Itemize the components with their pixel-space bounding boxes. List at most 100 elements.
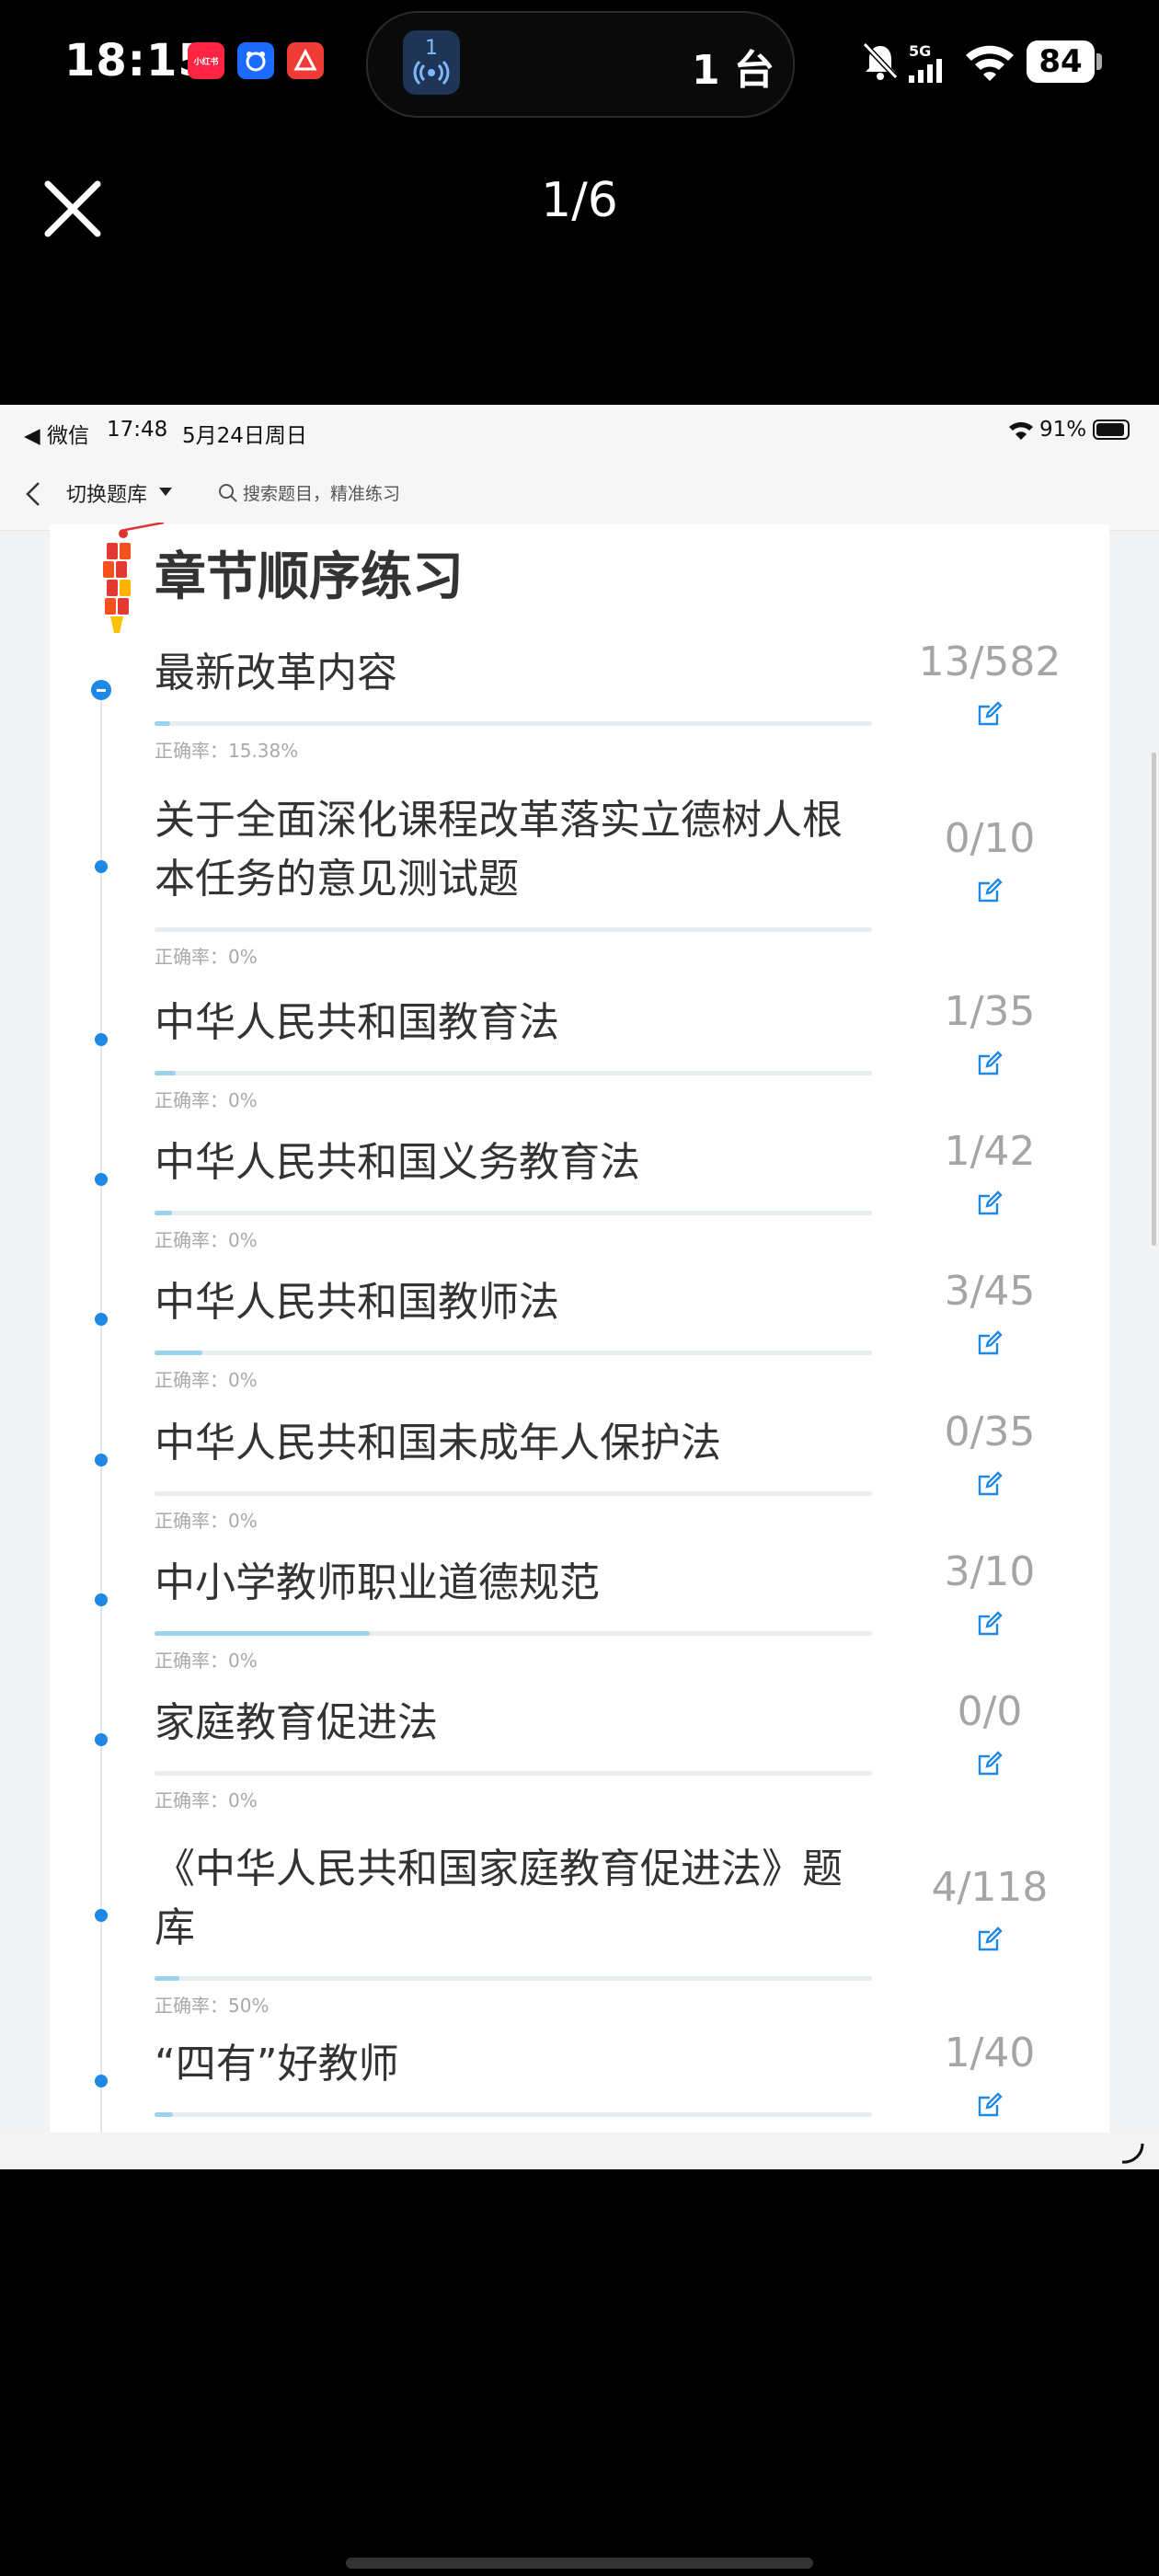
close-icon[interactable] — [40, 177, 105, 241]
timeline-node — [95, 1313, 108, 1326]
edit-icon[interactable] — [977, 1611, 1003, 1637]
chapter-count: 0/10 — [944, 815, 1036, 862]
cast-icon: 1 — [403, 30, 460, 95]
chapter-title: 最新改革内容 — [155, 650, 397, 696]
edit-icon[interactable] — [977, 1751, 1003, 1777]
timeline-node — [95, 1733, 108, 1746]
search-input[interactable]: 搜索题目，精准练习 — [243, 480, 400, 505]
chapter-row[interactable]: 最新改革内容正确率：15.38% 13/582 — [0, 638, 1159, 786]
chapter-count: 3/10 — [944, 1548, 1036, 1595]
accuracy-label: 正确率：0% — [155, 1650, 258, 1672]
timeline-node — [95, 1909, 108, 1922]
timeline-node — [95, 1593, 108, 1606]
inner-wifi-icon — [1009, 421, 1033, 440]
chapter-title: 中华人民共和国未成年人保护法 — [155, 1420, 721, 1466]
inner-date: 5月24日周日 — [182, 424, 307, 448]
progress-track — [155, 1631, 872, 1636]
edit-icon[interactable] — [977, 1926, 1003, 1952]
accuracy-label: 正确率：15.38% — [155, 740, 299, 762]
progress-track — [155, 1491, 872, 1496]
edit-icon[interactable] — [977, 1190, 1003, 1216]
edit-icon[interactable] — [977, 1051, 1003, 1076]
progress-fill — [155, 1211, 172, 1215]
inner-status-bar: ◀ 微信 17:48 5月24日周日 91% — [0, 405, 1159, 458]
chapter-title: “四有”好教师 — [155, 2041, 399, 2087]
scrollbar[interactable] — [1152, 753, 1156, 1246]
screenshot-image: ◀ 微信 17:48 5月24日周日 91% 切换题库 搜索题目，精准练习 章节… — [0, 405, 1159, 2169]
chapter-row[interactable]: 中华人民共和国教师法正确率：0% 3/45 — [0, 1268, 1159, 1415]
progress-fill — [155, 721, 171, 726]
search-icon — [219, 484, 237, 502]
edit-icon[interactable] — [977, 1330, 1003, 1356]
cast-badge: 1 — [425, 37, 438, 60]
progress-track — [155, 1771, 872, 1776]
progress-fill — [155, 1351, 203, 1355]
chapter-title: 中华人民共和国教师法 — [155, 1279, 559, 1326]
chapter-count: 1/35 — [944, 988, 1036, 1035]
inner-battery-icon — [1093, 420, 1130, 440]
progress-track — [155, 1351, 872, 1355]
edit-icon[interactable] — [977, 701, 1003, 727]
accuracy-label: 正确率：0% — [155, 1369, 258, 1391]
progress-fill — [155, 1071, 176, 1075]
wifi-icon — [966, 45, 1014, 81]
chapter-row[interactable]: 中小学教师职业道德规范 正确率：0% 3/10 — [0, 1548, 1159, 1696]
section-title: 章节顺序练习 — [155, 547, 464, 607]
chapter-count: 0/35 — [944, 1409, 1036, 1455]
progress-fill — [155, 1976, 179, 1981]
cellular-signal-icon — [909, 59, 942, 83]
chapter-row[interactable]: 中华人民共和国义务教育法 正确率：0% 1/42 — [0, 1128, 1159, 1275]
progress-track — [155, 721, 872, 726]
home-indicator — [346, 2558, 813, 2569]
chapter-title: 关于全面深化课程改革落实立德树人根本任务的意见测试题 — [155, 797, 843, 903]
progress-track — [155, 2112, 872, 2117]
edit-icon[interactable] — [977, 2092, 1003, 2118]
chapter-count: 1/42 — [944, 1128, 1036, 1175]
timeline-node — [95, 1173, 108, 1186]
caret-down-icon[interactable] — [158, 486, 173, 497]
chapter-count: 3/45 — [944, 1268, 1036, 1315]
device-count: 1 台 — [692, 47, 775, 94]
chapter-count: 1/40 — [944, 2030, 1036, 2076]
bear-app-icon — [237, 42, 274, 79]
chapter-row[interactable]: 中华人民共和国教育法正确率：0% 1/35 — [0, 988, 1159, 1135]
accuracy-label: 正确率：0% — [155, 1089, 258, 1111]
progress-track — [155, 927, 872, 932]
accuracy-label: 正确率：0% — [155, 1789, 258, 1811]
accuracy-label: 正确率：0% — [155, 1229, 258, 1251]
accuracy-label: 正确率：0% — [155, 1510, 258, 1532]
chapter-title: 中华人民共和国教育法 — [155, 999, 559, 1046]
bottom-band — [0, 2133, 1159, 2169]
chapter-title: 《中华人民共和国家庭教育促进法》题库 — [155, 1846, 843, 1951]
back-chevron-icon[interactable] — [24, 480, 42, 508]
chapter-row[interactable]: 家庭教育促进法正确率：0% 0/0 — [0, 1688, 1159, 1835]
progress-fill — [155, 2112, 173, 2117]
inner-time: 17:48 — [107, 418, 168, 442]
chapter-title: 家庭教育促进法 — [155, 1699, 438, 1746]
switch-bank-button[interactable]: 切换题库 — [66, 478, 147, 508]
timeline-node — [95, 1033, 108, 1046]
edit-icon[interactable] — [977, 1471, 1003, 1497]
accuracy-label: 正确率：0% — [155, 946, 258, 968]
chapter-count: 0/0 — [957, 1688, 1023, 1735]
timeline-node-active — [91, 680, 111, 700]
chapter-row[interactable]: 中华人民共和国未成年人保护法正确率：0% 0/35 — [0, 1409, 1159, 1556]
progress-track — [155, 1976, 872, 1981]
battery-indicator: 84 — [1027, 40, 1095, 83]
network-type: 5G — [909, 42, 932, 60]
chapter-row[interactable]: 关于全面深化课程改革落实立德树人根本任务的意见测试题正确率：0% 0/10 — [0, 791, 1159, 992]
xiaohongshu-app-icon: 小红书 — [188, 42, 224, 79]
battery-nub — [1096, 53, 1102, 70]
inner-battery-text: 91% — [1039, 418, 1087, 442]
edit-icon[interactable] — [977, 878, 1003, 903]
loading-spinner-icon — [1121, 2143, 1144, 2164]
chapter-count: 13/582 — [918, 638, 1061, 685]
timeline-node — [95, 2075, 108, 2087]
nav-bar: 切换题库 搜索题目，精准练习 — [0, 458, 1159, 531]
accuracy-label: 正确率：50% — [155, 1995, 270, 2017]
timeline-node — [95, 1454, 108, 1466]
news-app-icon — [287, 42, 324, 79]
timeline-node — [95, 860, 108, 873]
page-indicator: 1/6 — [541, 173, 618, 228]
chapter-row[interactable]: 《中华人民共和国家庭教育促进法》题库 正确率：50% 4/118 — [0, 1840, 1159, 2041]
